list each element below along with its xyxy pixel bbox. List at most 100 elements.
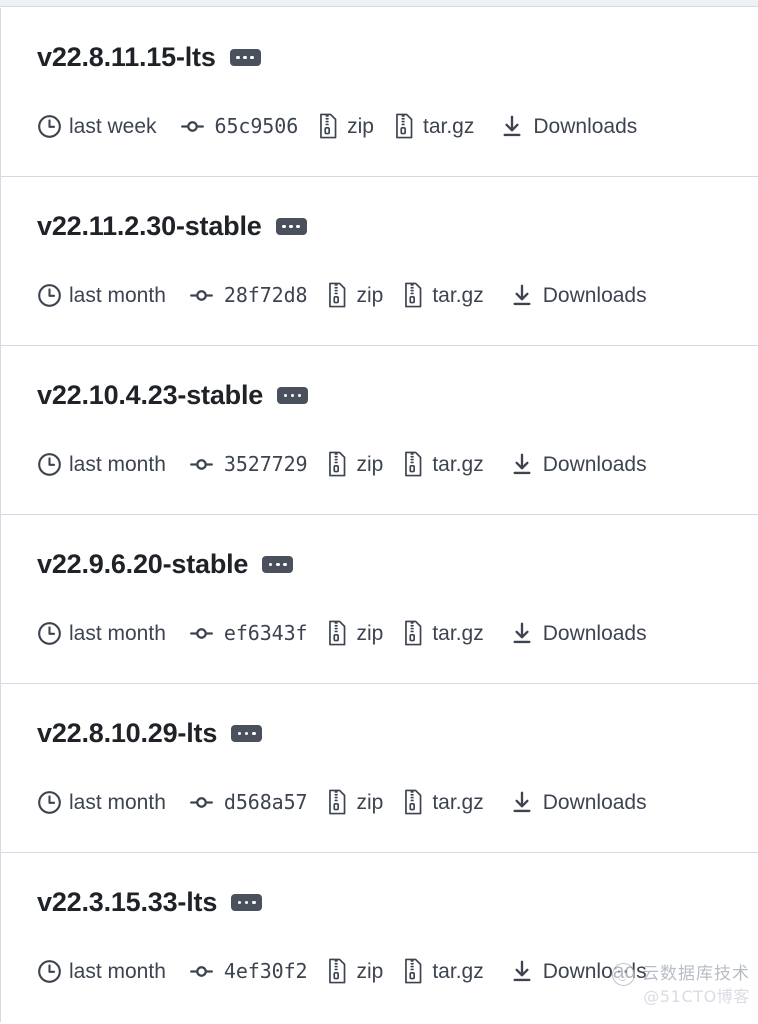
file-zip-icon — [403, 282, 424, 308]
clock-icon — [37, 621, 62, 646]
file-zip-icon — [327, 282, 348, 308]
tag-zip-label: zip — [356, 283, 384, 307]
tag-zip-download[interactable]: zip — [327, 789, 383, 815]
more-dot — [244, 900, 249, 905]
tag-downloads-label: Downloads — [542, 790, 647, 814]
tag-commit[interactable]: d568a57 — [189, 790, 308, 815]
download-icon — [510, 452, 534, 477]
tag-row[interactable]: v22.11.2.30-stable last month 28f72d8 zi… — [1, 177, 758, 346]
tag-downloads[interactable]: Downloads — [510, 621, 647, 646]
tag-row[interactable]: v22.8.10.29-lts last month d568a57 zip t… — [1, 684, 758, 853]
download-icon — [500, 114, 524, 139]
tag-row[interactable]: v22.9.6.20-stable last month ef6343f zip… — [1, 515, 758, 684]
tag-targz-download[interactable]: tar.gz — [403, 451, 484, 477]
tag-age: last month — [37, 959, 166, 984]
clock-icon — [37, 959, 62, 984]
more-dot — [290, 393, 295, 398]
tag-title-line: v22.11.2.30-stable — [37, 213, 307, 240]
file-zip-icon — [403, 789, 424, 815]
tag-zip-label: zip — [347, 114, 374, 138]
more-dot — [268, 562, 273, 567]
tag-targz-label: tar.gz — [432, 790, 484, 814]
tag-age-label: last month — [69, 452, 166, 476]
tag-downloads[interactable]: Downloads — [510, 959, 647, 984]
tag-zip-download[interactable]: zip — [327, 451, 383, 477]
tag-targz-download[interactable]: tar.gz — [403, 282, 484, 308]
tag-version-link[interactable]: v22.3.15.33-lts — [37, 889, 217, 916]
tag-downloads-label: Downloads — [542, 283, 647, 307]
tag-age-label: last month — [69, 621, 166, 645]
tag-commit-hash: 4ef30f2 — [223, 959, 308, 983]
clock-icon — [37, 452, 62, 477]
tag-downloads[interactable]: Downloads — [510, 790, 647, 815]
tag-targz-download[interactable]: tar.gz — [403, 958, 484, 984]
tag-title-line: v22.8.11.15-lts — [37, 44, 261, 71]
file-zip-icon — [394, 113, 415, 139]
tag-age-label: last month — [69, 790, 166, 814]
tag-zip-label: zip — [356, 790, 384, 814]
tag-targz-download[interactable]: tar.gz — [394, 113, 474, 139]
tag-commit[interactable]: 28f72d8 — [189, 283, 308, 308]
tag-targz-label: tar.gz — [423, 114, 475, 138]
tag-commit-hash: 65c9506 — [214, 114, 299, 138]
tag-version-link[interactable]: v22.11.2.30-stable — [37, 213, 262, 240]
tag-targz-label: tar.gz — [432, 959, 484, 983]
tag-zip-label: zip — [356, 452, 384, 476]
tag-age: last month — [37, 283, 166, 308]
tag-commit[interactable]: 65c9506 — [180, 114, 299, 139]
more-dot — [282, 224, 286, 229]
more-dot — [297, 393, 302, 398]
tag-downloads-label: Downloads — [533, 114, 638, 138]
tag-zip-download[interactable]: zip — [327, 620, 383, 646]
tag-row[interactable]: v22.8.11.15-lts last week 65c9506 zip ta… — [1, 8, 758, 177]
kebab-more-icon[interactable] — [262, 556, 294, 573]
tag-row[interactable]: v22.10.4.23-stable last month 3527729 zi… — [1, 346, 758, 515]
kebab-more-icon[interactable] — [275, 218, 307, 235]
kebab-more-icon[interactable] — [231, 725, 263, 742]
tag-downloads[interactable]: Downloads — [510, 283, 647, 308]
git-commit-icon — [189, 283, 214, 308]
tag-downloads-label: Downloads — [542, 959, 647, 983]
more-dot — [236, 55, 240, 60]
git-commit-icon — [189, 790, 214, 815]
kebab-more-icon[interactable] — [229, 49, 261, 66]
tag-downloads[interactable]: Downloads — [510, 452, 647, 477]
file-zip-icon — [327, 620, 348, 646]
more-dot — [237, 731, 242, 736]
tag-meta-line: last month 28f72d8 zip tar.gz Downloads — [37, 282, 647, 308]
tag-downloads[interactable]: Downloads — [500, 114, 637, 139]
tag-commit[interactable]: 3527729 — [189, 452, 308, 477]
tag-zip-download[interactable]: zip — [318, 113, 374, 139]
tag-targz-label: tar.gz — [432, 621, 484, 645]
tag-targz-label: tar.gz — [432, 452, 484, 476]
tag-zip-download[interactable]: zip — [327, 282, 383, 308]
more-dot — [244, 731, 249, 736]
tag-version-link[interactable]: v22.8.11.15-lts — [37, 44, 216, 71]
tag-meta-line: last month 4ef30f2 zip tar.gz Downloads — [37, 958, 647, 984]
tag-version-link[interactable]: v22.8.10.29-lts — [37, 720, 217, 747]
tag-targz-download[interactable]: tar.gz — [403, 789, 484, 815]
tag-zip-download[interactable]: zip — [327, 958, 383, 984]
tag-version-link[interactable]: v22.10.4.23-stable — [37, 382, 263, 409]
tag-commit[interactable]: ef6343f — [189, 621, 308, 646]
page-top-strip — [0, 0, 758, 7]
tag-meta-line: last week 65c9506 zip tar.gz Downloads — [37, 113, 637, 139]
tag-row[interactable]: v22.3.15.33-lts last month 4ef30f2 zip t… — [1, 853, 758, 1022]
file-zip-icon — [327, 958, 348, 984]
tag-meta-line: last month ef6343f zip tar.gz Downloads — [37, 620, 647, 646]
clock-icon — [37, 790, 62, 815]
download-icon — [510, 621, 534, 646]
more-dot — [296, 224, 300, 229]
tag-title-line: v22.10.4.23-stable — [37, 382, 309, 409]
kebab-more-icon[interactable] — [277, 387, 309, 404]
tag-targz-download[interactable]: tar.gz — [403, 620, 484, 646]
file-zip-icon — [403, 620, 424, 646]
tag-version-link[interactable]: v22.9.6.20-stable — [37, 551, 248, 578]
more-dot — [251, 731, 256, 736]
tag-commit-hash: 3527729 — [223, 452, 308, 476]
tag-title-line: v22.8.10.29-lts — [37, 720, 263, 747]
tag-commit[interactable]: 4ef30f2 — [189, 959, 308, 984]
tag-zip-label: zip — [356, 621, 384, 645]
kebab-more-icon[interactable] — [231, 894, 263, 911]
more-dot — [251, 900, 256, 905]
